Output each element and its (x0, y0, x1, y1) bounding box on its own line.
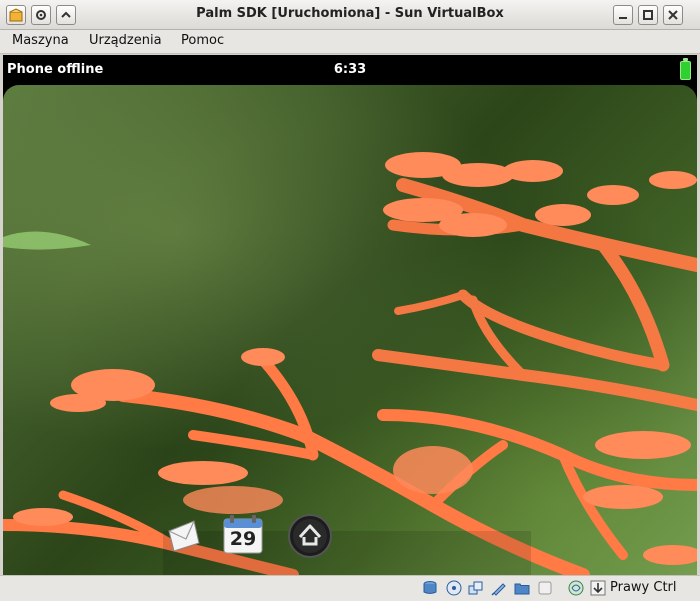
menu-urzadzenia[interactable]: Urządzenia (89, 33, 162, 48)
envelope-icon (168, 520, 200, 552)
chevron-up-icon (61, 11, 71, 18)
virtualization-indicator (568, 580, 584, 596)
quick-launch-bar (163, 531, 531, 575)
virtualbox-icon (9, 8, 23, 22)
calendar-app[interactable]: 29 (222, 513, 264, 555)
launcher-button[interactable] (287, 513, 333, 559)
minimize-button[interactable] (613, 5, 633, 25)
clock: 6:33 (333, 62, 367, 77)
mouse-integration-indicator[interactable] (537, 580, 553, 596)
vbox-statusbar: Prawy Ctrl (0, 575, 700, 601)
host-key-indicator (590, 580, 606, 596)
device-statusbar: Phone offline 6:33 (3, 55, 697, 85)
shared-folders-indicator[interactable] (514, 580, 530, 596)
cd-dvd-indicator[interactable] (446, 580, 462, 596)
maximize-button[interactable] (638, 5, 658, 25)
close-button[interactable] (663, 5, 683, 25)
vm-display[interactable]: Phone offline 6:33 29 (3, 55, 697, 575)
download-arrow-icon (590, 580, 606, 596)
battery-icon (680, 58, 691, 80)
window-titlebar: Palm SDK [Uruchomiona] - Sun VirtualBox (0, 0, 700, 30)
menubar: Maszyna Urządzenia Pomoc (0, 30, 700, 54)
menu-maszyna[interactable]: Maszyna (12, 33, 69, 48)
network-adapters-icon (468, 581, 483, 595)
gear-icon (36, 10, 46, 20)
close-icon (668, 10, 678, 20)
window-title: Palm SDK [Uruchomiona] - Sun VirtualBox (196, 6, 504, 21)
shade-button[interactable] (56, 5, 76, 25)
usb-pen-icon (491, 583, 506, 596)
calendar-day: 29 (229, 528, 257, 550)
hard-disk-indicator[interactable] (422, 580, 438, 596)
email-app[interactable] (166, 517, 202, 553)
optical-disc-icon (446, 580, 462, 596)
pin-button[interactable] (31, 5, 51, 25)
window-icon (538, 581, 552, 595)
app-menu-button[interactable] (6, 5, 26, 25)
folder-icon (514, 583, 530, 595)
hard-disk-icon (423, 581, 437, 594)
network-indicator[interactable] (468, 580, 484, 596)
usb-indicator[interactable] (491, 580, 507, 596)
wallpaper: 29 (3, 85, 697, 575)
minimize-icon (619, 17, 627, 19)
maximize-icon (643, 10, 653, 20)
menu-pomoc[interactable]: Pomoc (181, 33, 224, 48)
launcher-arrow-icon (288, 514, 332, 558)
globe-refresh-icon (568, 580, 584, 596)
host-key-label: Prawy Ctrl (610, 580, 677, 595)
flower-wallpaper-image (3, 152, 697, 575)
